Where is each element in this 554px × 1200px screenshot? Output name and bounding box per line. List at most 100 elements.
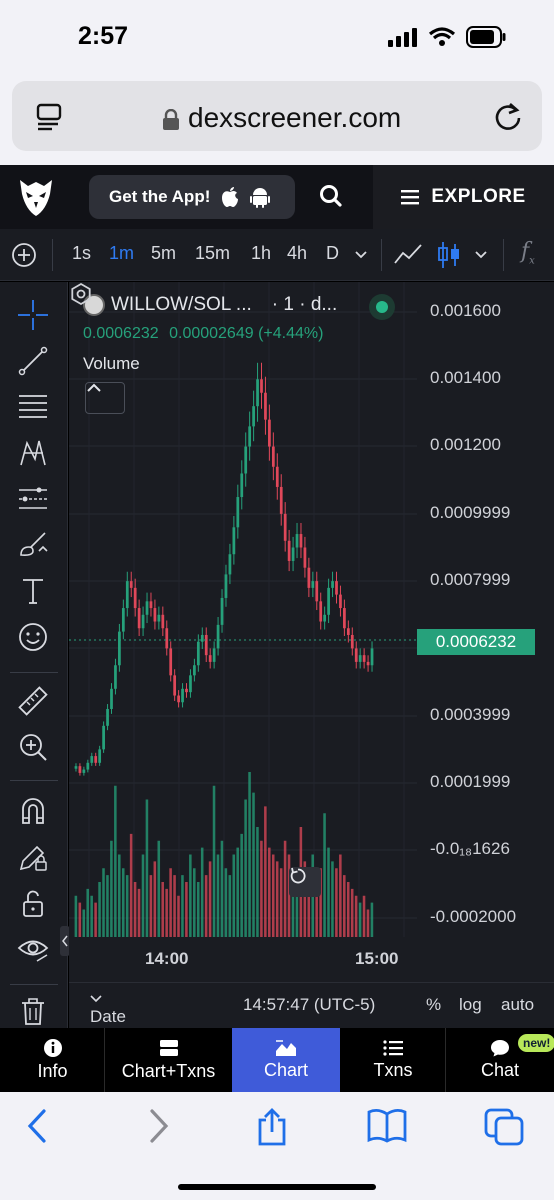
auto-scale-toggle[interactable]: auto bbox=[501, 995, 534, 1015]
candle-body bbox=[287, 540, 291, 561]
volume-bar bbox=[193, 868, 196, 937]
candle-body bbox=[362, 655, 366, 662]
y-tick-label: 0.0009999 bbox=[430, 503, 511, 522]
timezone-clock[interactable]: 14:57:47 (UTC-5) bbox=[243, 995, 375, 1015]
price-chart[interactable]: WILLOW/SOL ... · 1 · d... 0.0006232 0.00… bbox=[69, 282, 554, 1046]
timeframe-1h[interactable]: 1h bbox=[251, 243, 271, 264]
zoom-tool[interactable] bbox=[16, 730, 50, 764]
signal-icon bbox=[388, 28, 417, 47]
candle-body bbox=[177, 695, 180, 703]
candle-body bbox=[78, 766, 82, 773]
volume-bar bbox=[177, 895, 180, 937]
bookmarks-icon[interactable] bbox=[366, 1108, 408, 1144]
chart-icon bbox=[276, 1040, 296, 1056]
tab-info[interactable]: Info bbox=[0, 1028, 105, 1092]
address-bar[interactable]: dexscreener.com bbox=[12, 81, 542, 151]
chart-settings-icon[interactable] bbox=[69, 282, 93, 306]
horizontal-lines-tool[interactable] bbox=[16, 390, 50, 424]
x-tick-label: 15:00 bbox=[355, 949, 399, 968]
y-tick-label: 0.0007999 bbox=[430, 570, 511, 589]
visibility-tool[interactable] bbox=[16, 932, 50, 966]
volume-bar bbox=[98, 882, 101, 937]
volume-bar bbox=[220, 840, 224, 937]
add-indicator-icon[interactable] bbox=[11, 242, 37, 268]
tab-label: Info bbox=[37, 1061, 68, 1081]
volume-bar bbox=[74, 895, 78, 937]
volume-bar bbox=[86, 888, 89, 937]
timeframe-4h[interactable]: 4h bbox=[287, 243, 307, 264]
y-tick-label: -0.0002000 bbox=[430, 907, 517, 926]
tab-chart[interactable]: Chart bbox=[232, 1028, 340, 1092]
measure-tool[interactable] bbox=[16, 684, 50, 718]
tab-chart-txns[interactable]: Chart+Txns bbox=[105, 1028, 232, 1092]
candlestick-icon[interactable] bbox=[437, 240, 461, 270]
pattern-tool[interactable] bbox=[16, 436, 50, 470]
eye-icon bbox=[17, 940, 49, 962]
dexscreener-logo-icon[interactable] bbox=[16, 176, 56, 218]
get-the-app-button[interactable]: Get the App! bbox=[89, 175, 295, 219]
apple-icon bbox=[222, 187, 239, 207]
candle-body bbox=[335, 581, 338, 595]
candle-body bbox=[86, 762, 90, 770]
crosshair-icon bbox=[18, 300, 48, 330]
log-toggle[interactable]: log bbox=[459, 995, 482, 1015]
chart-type-dropdown-icon[interactable] bbox=[474, 250, 488, 260]
y-tick-label: 0.001600 bbox=[430, 301, 501, 320]
magnet-tool[interactable] bbox=[16, 794, 50, 828]
chat-icon bbox=[491, 1040, 509, 1057]
candle-body bbox=[200, 634, 204, 642]
volume-bar bbox=[181, 875, 184, 937]
status-icons bbox=[388, 26, 506, 48]
chevron-down-icon bbox=[90, 995, 102, 1003]
volume-bar bbox=[343, 875, 346, 937]
trend-line-tool[interactable] bbox=[16, 344, 50, 378]
explore-button[interactable]: EXPLORE bbox=[373, 165, 554, 229]
back-icon[interactable] bbox=[24, 1108, 50, 1144]
reset-chart-button[interactable] bbox=[289, 867, 321, 897]
line-chart-icon[interactable] bbox=[393, 241, 423, 267]
timeframe-5m[interactable]: 5m bbox=[151, 243, 176, 264]
explore-label: EXPLORE bbox=[431, 186, 526, 207]
emoji-tool[interactable] bbox=[16, 620, 50, 654]
unlock-tool[interactable] bbox=[16, 886, 50, 920]
timeframe-1m[interactable]: 1m bbox=[109, 243, 134, 264]
timeframe-dropdown-icon[interactable] bbox=[354, 250, 368, 260]
search-icon[interactable] bbox=[318, 183, 344, 209]
tabs-icon[interactable] bbox=[484, 1108, 524, 1146]
candle-body bbox=[212, 648, 216, 662]
forecast-tool[interactable] bbox=[16, 482, 50, 516]
text-icon bbox=[23, 579, 43, 604]
tab-txns[interactable]: Txns bbox=[340, 1028, 446, 1092]
candle-body bbox=[74, 766, 78, 769]
delete-drawings-tool[interactable] bbox=[16, 994, 50, 1028]
wifi-icon bbox=[428, 27, 456, 46]
crosshair-tool[interactable] bbox=[16, 298, 50, 332]
new-badge: new! bbox=[518, 1034, 554, 1052]
volume-bar bbox=[90, 895, 93, 937]
url-text: dexscreener.com bbox=[188, 102, 402, 133]
indicators-fx-icon[interactable]: fx bbox=[521, 239, 535, 266]
brush-tool[interactable] bbox=[16, 528, 50, 562]
timeframe-d[interactable]: D bbox=[326, 243, 339, 264]
candle-body bbox=[208, 655, 212, 662]
ios-status-bar: 2:57 bbox=[0, 0, 554, 76]
volume-bar bbox=[145, 799, 149, 937]
candle-body bbox=[323, 614, 327, 622]
collapse-volume-button[interactable] bbox=[85, 382, 125, 414]
timeframe-1s[interactable]: 1s bbox=[72, 243, 91, 264]
candle-body bbox=[173, 675, 177, 696]
volume-bar bbox=[331, 861, 334, 937]
percent-toggle[interactable]: % bbox=[426, 995, 441, 1015]
candle-body bbox=[157, 614, 161, 622]
magnet-icon bbox=[22, 798, 44, 824]
share-icon[interactable] bbox=[254, 1108, 290, 1146]
candle-body bbox=[358, 655, 362, 662]
lock-drawing-tool[interactable] bbox=[16, 840, 50, 874]
reader-mode-icon[interactable] bbox=[36, 103, 64, 131]
reload-icon[interactable] bbox=[494, 101, 522, 131]
forward-icon[interactable] bbox=[146, 1108, 172, 1144]
candle-body bbox=[220, 597, 224, 625]
chart-bottom-bar: Date Range 14:57:47 (UTC-5) % log auto bbox=[69, 982, 554, 1046]
text-tool[interactable] bbox=[16, 574, 50, 608]
timeframe-15m[interactable]: 15m bbox=[195, 243, 230, 264]
